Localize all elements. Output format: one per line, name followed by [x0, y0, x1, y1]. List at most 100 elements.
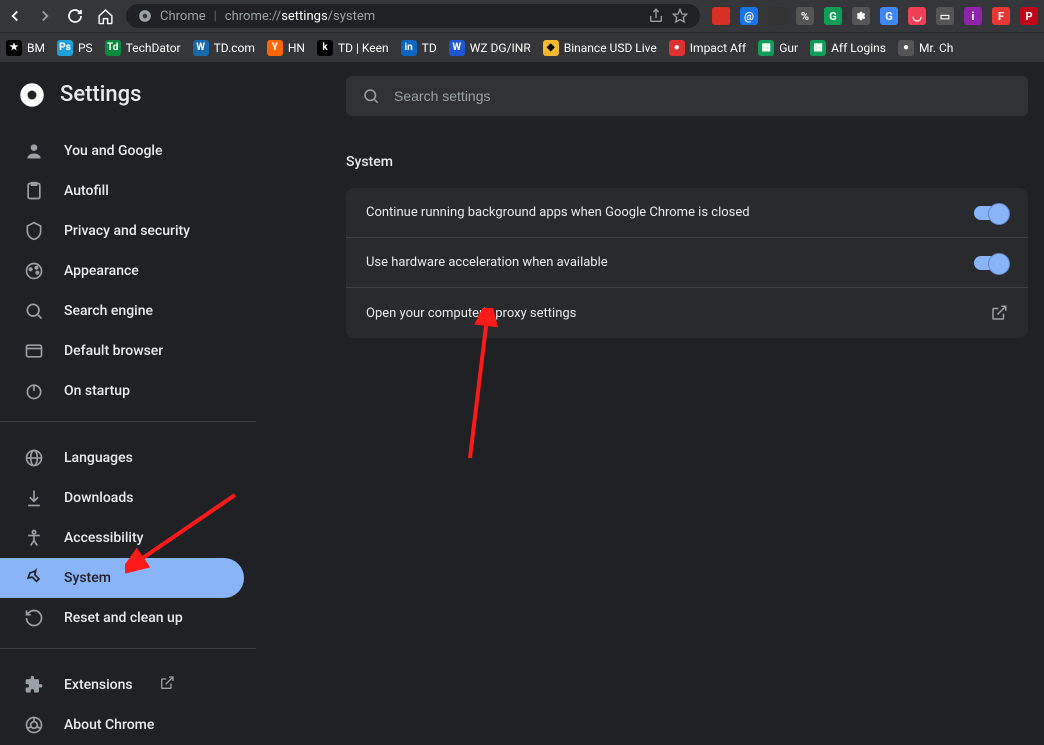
share-icon[interactable] [648, 8, 664, 24]
home-button[interactable] [96, 7, 114, 25]
favicon: ▦ [758, 40, 774, 56]
bookmark-label: Binance USD Live [564, 41, 657, 55]
bookmark-item[interactable]: ▦ Gur [758, 40, 798, 56]
open-external-icon [990, 304, 1008, 322]
favicon: ▦ [810, 40, 826, 56]
extension-icon[interactable] [768, 7, 786, 25]
favicon: W [193, 40, 209, 56]
bookmark-label: Impact Aff [690, 41, 746, 55]
favicon: Td [105, 40, 121, 56]
you-and-google-icon [24, 141, 44, 161]
languages-icon [24, 448, 44, 468]
sidebar-item-accessibility[interactable]: Accessibility [0, 518, 244, 558]
search-engine-icon [24, 301, 44, 321]
sidebar-item-label: System [64, 570, 111, 586]
sidebar-item-label: Downloads [64, 490, 133, 506]
url-prefix: Chrome [160, 9, 206, 24]
extension-icon[interactable]: ✽ [852, 7, 870, 25]
bookmark-label: Gur [779, 41, 798, 55]
extension-icon[interactable]: % [796, 7, 814, 25]
bookmark-item[interactable]: in TD [401, 40, 437, 56]
extension-icon[interactable]: ◡ [908, 7, 926, 25]
bookmark-item[interactable]: Td TechDator [105, 40, 181, 56]
bookmark-label: TD [422, 41, 437, 55]
toggle-background-apps[interactable] [974, 206, 1008, 220]
row-proxy-settings[interactable]: Open your computer's proxy settings [346, 288, 1028, 338]
bookmark-item[interactable]: Y HN [267, 40, 305, 56]
extension-icon[interactable]: P [1020, 7, 1038, 25]
sidebar-item-privacy-and-security[interactable]: Privacy and security [0, 211, 244, 251]
url-tail: /system [328, 9, 375, 24]
bookmark-item[interactable]: W WZ DG/INR [449, 40, 531, 56]
bookmark-item[interactable]: ● Mr. Ch [898, 40, 953, 56]
back-button[interactable] [6, 7, 24, 25]
sidebar-item-system[interactable]: System [0, 558, 244, 598]
address-bar[interactable]: Chrome | chrome://settings/system [126, 4, 700, 28]
sidebar-item-label: Default browser [64, 343, 163, 359]
extension-icon[interactable]: i [964, 7, 982, 25]
sidebar-item-reset-and-clean-up[interactable]: Reset and clean up [0, 598, 244, 638]
toggle-hardware-accel[interactable] [974, 256, 1008, 270]
system-icon [24, 568, 44, 588]
favicon: W [449, 40, 465, 56]
bookmark-label: WZ DG/INR [470, 41, 531, 55]
favicon: ● [898, 40, 914, 56]
sidebar-item-extensions[interactable]: Extensions [0, 665, 244, 705]
extension-icon[interactable]: F [992, 7, 1010, 25]
sidebar-item-languages[interactable]: Languages [0, 438, 244, 478]
section-title: System [346, 154, 1028, 170]
sidebar-item-appearance[interactable]: Appearance [0, 251, 244, 291]
default-browser-icon [24, 341, 44, 361]
favicon: ★ [6, 40, 22, 56]
sidebar-item-search-engine[interactable]: Search engine [0, 291, 244, 331]
forward-button[interactable] [36, 7, 54, 25]
sidebar-item-label: Extensions [64, 677, 133, 693]
row-hardware-accel[interactable]: Use hardware acceleration when available [346, 238, 1028, 288]
reset-and-clean-up-icon [24, 608, 44, 628]
sidebar-item-label: You and Google [64, 143, 162, 159]
sidebar-item-label: Privacy and security [64, 223, 190, 239]
bookmark-label: PS [78, 41, 93, 55]
reload-button[interactable] [66, 7, 84, 25]
privacy-and-security-icon [24, 221, 44, 241]
sidebar-item-about-chrome[interactable]: About Chrome [0, 705, 244, 745]
favicon: Y [267, 40, 283, 56]
sidebar-item-downloads[interactable]: Downloads [0, 478, 244, 518]
url-bold: settings [281, 9, 327, 24]
bookmark-item[interactable]: ★BM [6, 40, 45, 56]
sidebar-item-autofill[interactable]: Autofill [0, 171, 244, 211]
bookmark-star-icon[interactable] [672, 8, 688, 24]
row-background-apps[interactable]: Continue running background apps when Go… [346, 188, 1028, 238]
extension-icon[interactable]: G [880, 7, 898, 25]
extension-icon[interactable] [712, 7, 730, 25]
favicon: ◆ [543, 40, 559, 56]
sidebar-item-default-browser[interactable]: Default browser [0, 331, 244, 371]
extension-icon[interactable]: ▭ [936, 7, 954, 25]
extension-icon[interactable]: @ [740, 7, 758, 25]
bookmark-item[interactable]: PsPS [57, 40, 93, 56]
extension-icon[interactable]: G [824, 7, 842, 25]
bookmark-item[interactable]: ● Impact Aff [669, 40, 746, 56]
search-input[interactable] [394, 88, 1012, 104]
favicon: in [401, 40, 417, 56]
page-title: Settings [60, 82, 141, 107]
sidebar-item-you-and-google[interactable]: You and Google [0, 131, 244, 171]
bookmark-item[interactable]: WTD.com [193, 40, 255, 56]
bookmark-label: HN [288, 41, 305, 55]
bookmark-label: Mr. Ch [919, 41, 953, 55]
bookmark-label: TD | Keen [338, 41, 389, 55]
settings-main: System Continue running background apps … [256, 62, 1044, 730]
bookmark-label: TechDator [126, 41, 181, 55]
bookmark-item[interactable]: ▦Aff Logins [810, 40, 886, 56]
open-external-icon [159, 675, 175, 695]
bookmark-item[interactable]: ◆ Binance USD Live [543, 40, 657, 56]
search-settings[interactable] [346, 76, 1028, 116]
row-label: Use hardware acceleration when available [366, 255, 608, 270]
sidebar-item-label: Autofill [64, 183, 109, 199]
bookmark-item[interactable]: kTD | Keen [317, 40, 389, 56]
sidebar-item-label: Search engine [64, 303, 153, 319]
bookmarks-bar: ★BM PsPS Td TechDator WTD.com Y HN kTD | Keen in… [0, 32, 1044, 62]
favicon: ● [669, 40, 685, 56]
sidebar-item-label: Appearance [64, 263, 139, 279]
sidebar-item-on-startup[interactable]: On startup [0, 371, 244, 411]
